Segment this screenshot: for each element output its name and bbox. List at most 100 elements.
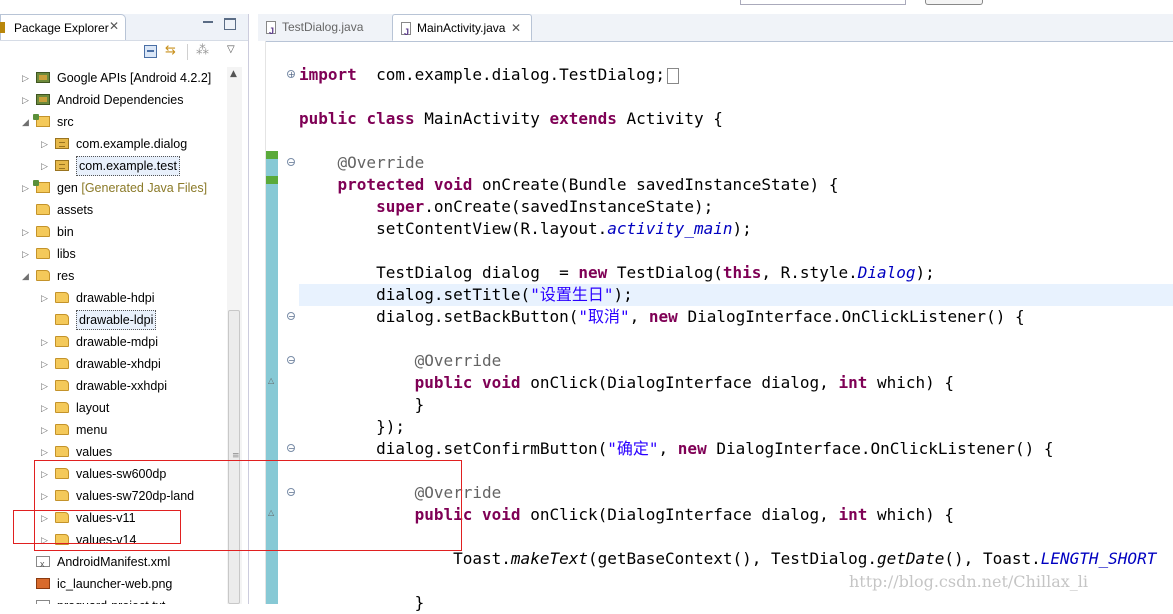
collapsed-arrow-icon[interactable]: ▷ xyxy=(22,67,29,89)
folded-imports-marker[interactable] xyxy=(667,67,680,84)
collapsed-arrow-icon[interactable]: ▷ xyxy=(41,133,48,155)
collapse-fold-icon[interactable] xyxy=(287,356,295,364)
code-token: Activity { xyxy=(616,109,723,128)
code-token: LENGTH_SHORT xyxy=(1040,549,1157,568)
code-line[interactable]: public class MainActivity extends Activi… xyxy=(299,108,723,130)
code-line[interactable]: } xyxy=(299,592,425,614)
code-token: DialogInterface.OnClickListener() { xyxy=(706,439,1054,458)
expanded-arrow-icon[interactable]: ◢ xyxy=(22,111,29,133)
tree-item-text: proguard-project.txt xyxy=(57,599,165,604)
tab-testdialog-java[interactable]: TestDialog.java xyxy=(258,14,386,45)
package-explorer-title: Package Explorer xyxy=(14,21,109,35)
collapse-all-icon[interactable] xyxy=(144,45,157,58)
folder-icon xyxy=(55,292,69,303)
code-line[interactable]: setContentView(R.layout.activity_main); xyxy=(299,218,752,240)
minimize-icon[interactable] xyxy=(202,16,214,28)
folder-icon xyxy=(55,358,69,369)
code-line[interactable]: public void onClick(DialogInterface dial… xyxy=(299,372,954,394)
scrollbar-thumb[interactable]: ≡ xyxy=(228,310,240,604)
code-token: makeText xyxy=(510,549,588,568)
code-token: ); xyxy=(613,285,633,304)
close-icon[interactable]: ✕ xyxy=(511,15,521,42)
code-token: new xyxy=(677,439,707,458)
collapse-fold-icon[interactable] xyxy=(287,158,295,166)
code-line[interactable]: TestDialog dialog = new TestDialog(this,… xyxy=(299,262,935,284)
code-token: protected xyxy=(337,175,425,194)
code-token: TestDialog( xyxy=(607,263,723,282)
code-token: import xyxy=(299,65,357,84)
code-token: super xyxy=(376,197,425,216)
link-with-editor-icon[interactable]: ⇆ xyxy=(165,43,176,58)
code-token: public xyxy=(299,109,357,128)
collapsed-arrow-icon[interactable]: ▷ xyxy=(22,243,29,265)
tree-item-label: Android Dependencies xyxy=(57,89,183,111)
folder-icon xyxy=(36,226,50,237)
code-token: int xyxy=(838,505,868,524)
collapsed-arrow-icon[interactable]: ▷ xyxy=(41,287,48,309)
code-token: , R.style. xyxy=(761,263,858,282)
code-line[interactable]: super.onCreate(savedInstanceState); xyxy=(299,196,713,218)
code-line[interactable]: dialog.setTitle("设置生日"); xyxy=(299,284,633,306)
code-line[interactable]: } xyxy=(299,394,425,416)
code-line[interactable]: @Override xyxy=(299,350,502,372)
tree-item-label: bin xyxy=(57,221,74,243)
perspective-button[interactable] xyxy=(925,0,983,5)
tree-item-label: com.example.dialog xyxy=(76,133,187,155)
close-icon[interactable]: ✕ xyxy=(109,19,119,33)
tree-item-label: drawable-ldpi xyxy=(76,310,157,330)
code-line[interactable]: }); xyxy=(299,416,405,438)
tree-item-text: AndroidManifest.xml xyxy=(57,555,171,569)
view-options-icon[interactable]: ⁂ xyxy=(196,43,209,58)
code-line[interactable]: protected void onCreate(Bundle savedInst… xyxy=(299,174,839,196)
tree-item-text: Google APIs [Android 4.2.2] xyxy=(57,71,212,85)
code-line[interactable]: dialog.setBackButton("取消", new DialogInt… xyxy=(299,306,1025,328)
code-token: @Override xyxy=(414,351,502,370)
code-token: dialog.setConfirmButton( xyxy=(299,439,608,458)
tree-item-label: ic_launcher-web.png xyxy=(57,573,172,595)
scroll-up-arrow-icon[interactable]: ▲ xyxy=(230,69,237,79)
collapsed-arrow-icon[interactable]: ▷ xyxy=(22,177,29,199)
code-token: int xyxy=(838,373,868,392)
code-token: extends xyxy=(549,109,617,128)
code-line[interactable]: dialog.setConfirmButton("确定", new Dialog… xyxy=(299,438,1053,460)
code-line[interactable]: import com.example.dialog.TestDialog; xyxy=(299,64,680,86)
tree-item-text: drawable-xxhdpi xyxy=(76,379,168,393)
code-line[interactable]: @Override xyxy=(299,152,425,174)
collapsed-arrow-icon[interactable]: ▷ xyxy=(41,155,48,177)
collapsed-arrow-icon[interactable]: ▷ xyxy=(41,353,48,375)
tree-item-text: bin xyxy=(57,225,74,239)
collapsed-arrow-icon[interactable]: ▷ xyxy=(41,375,48,397)
package-icon xyxy=(55,160,69,171)
code-token: void xyxy=(482,505,521,524)
java-file-icon xyxy=(401,19,411,46)
maximize-icon[interactable] xyxy=(224,18,236,30)
tree-item-label: gen [Generated Java Files] xyxy=(57,177,207,199)
collapsed-arrow-icon[interactable]: ▷ xyxy=(22,89,29,111)
code-token: .onCreate(savedInstanceState); xyxy=(424,197,714,216)
collapse-fold-icon[interactable] xyxy=(287,312,295,320)
tree-item-text: Android Dependencies xyxy=(57,93,184,107)
image-file-icon xyxy=(36,578,50,589)
collapse-fold-icon[interactable] xyxy=(287,444,295,452)
toolbar-separator xyxy=(187,44,188,60)
view-menu-chevron-down-icon[interactable]: ▽ xyxy=(227,44,235,55)
code-token: (), Toast. xyxy=(944,549,1041,568)
tab-package-explorer[interactable]: Package Explorer ✕ xyxy=(0,14,126,40)
collapsed-arrow-icon[interactable]: ▷ xyxy=(41,331,48,353)
expand-fold-icon[interactable] xyxy=(287,70,295,78)
collapsed-arrow-icon[interactable]: ▷ xyxy=(41,419,48,441)
collapsed-arrow-icon[interactable]: ▷ xyxy=(22,221,29,243)
expanded-arrow-icon[interactable]: ◢ xyxy=(22,265,29,287)
collapsed-arrow-icon[interactable]: ▷ xyxy=(41,397,48,419)
deletion-marker-icon: △ xyxy=(268,376,275,385)
code-line[interactable]: Toast.makeText(getBaseContext(), TestDia… xyxy=(299,548,1156,570)
package-icon xyxy=(55,138,69,149)
java-file-icon xyxy=(266,18,276,45)
code-token: which) { xyxy=(867,373,955,392)
tree-item-text: menu xyxy=(76,423,108,437)
tab-mainactivity-java[interactable]: MainActivity.java ✕ xyxy=(392,14,532,46)
quick-access-input[interactable] xyxy=(740,0,906,5)
